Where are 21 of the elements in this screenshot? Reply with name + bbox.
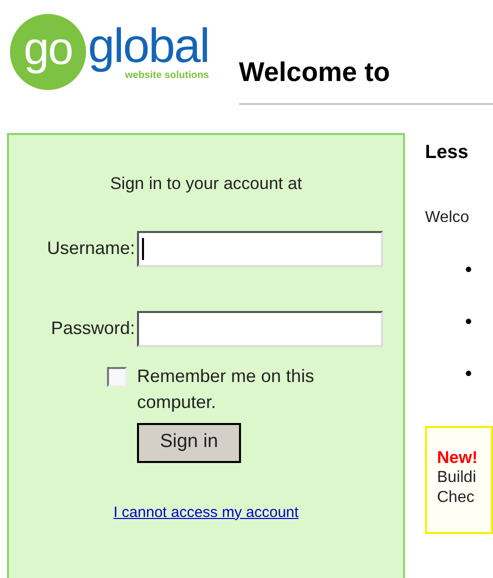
page-heading: Welcome to — [238, 57, 390, 87]
panel-title: Sign in to your account at — [109, 173, 303, 195]
password-field[interactable] — [137, 310, 383, 346]
notice-text: Buildi — [437, 468, 478, 488]
logo-mark: go — [24, 25, 72, 76]
remember-checkbox[interactable] — [107, 366, 127, 386]
cannot-access-link[interactable]: I cannot access my account — [113, 504, 299, 520]
notice-text: Chec — [437, 488, 476, 508]
logo-name: global — [88, 23, 209, 71]
list-bullet: • — [465, 258, 474, 282]
list-bullet: • — [465, 362, 474, 386]
sign-in-button[interactable]: Sign in — [137, 422, 241, 462]
intro-text: Welco — [425, 208, 470, 228]
remember-label: Remember me on this computer. — [137, 364, 316, 414]
username-field[interactable] — [137, 230, 383, 266]
field-label: Username: — [46, 237, 136, 260]
new-label: New! — [437, 448, 479, 468]
section-heading: Less — [425, 141, 470, 165]
logo-tagline: website solutions — [125, 71, 209, 81]
field-label: Password: — [50, 317, 136, 340]
list-bullet: • — [465, 310, 474, 334]
